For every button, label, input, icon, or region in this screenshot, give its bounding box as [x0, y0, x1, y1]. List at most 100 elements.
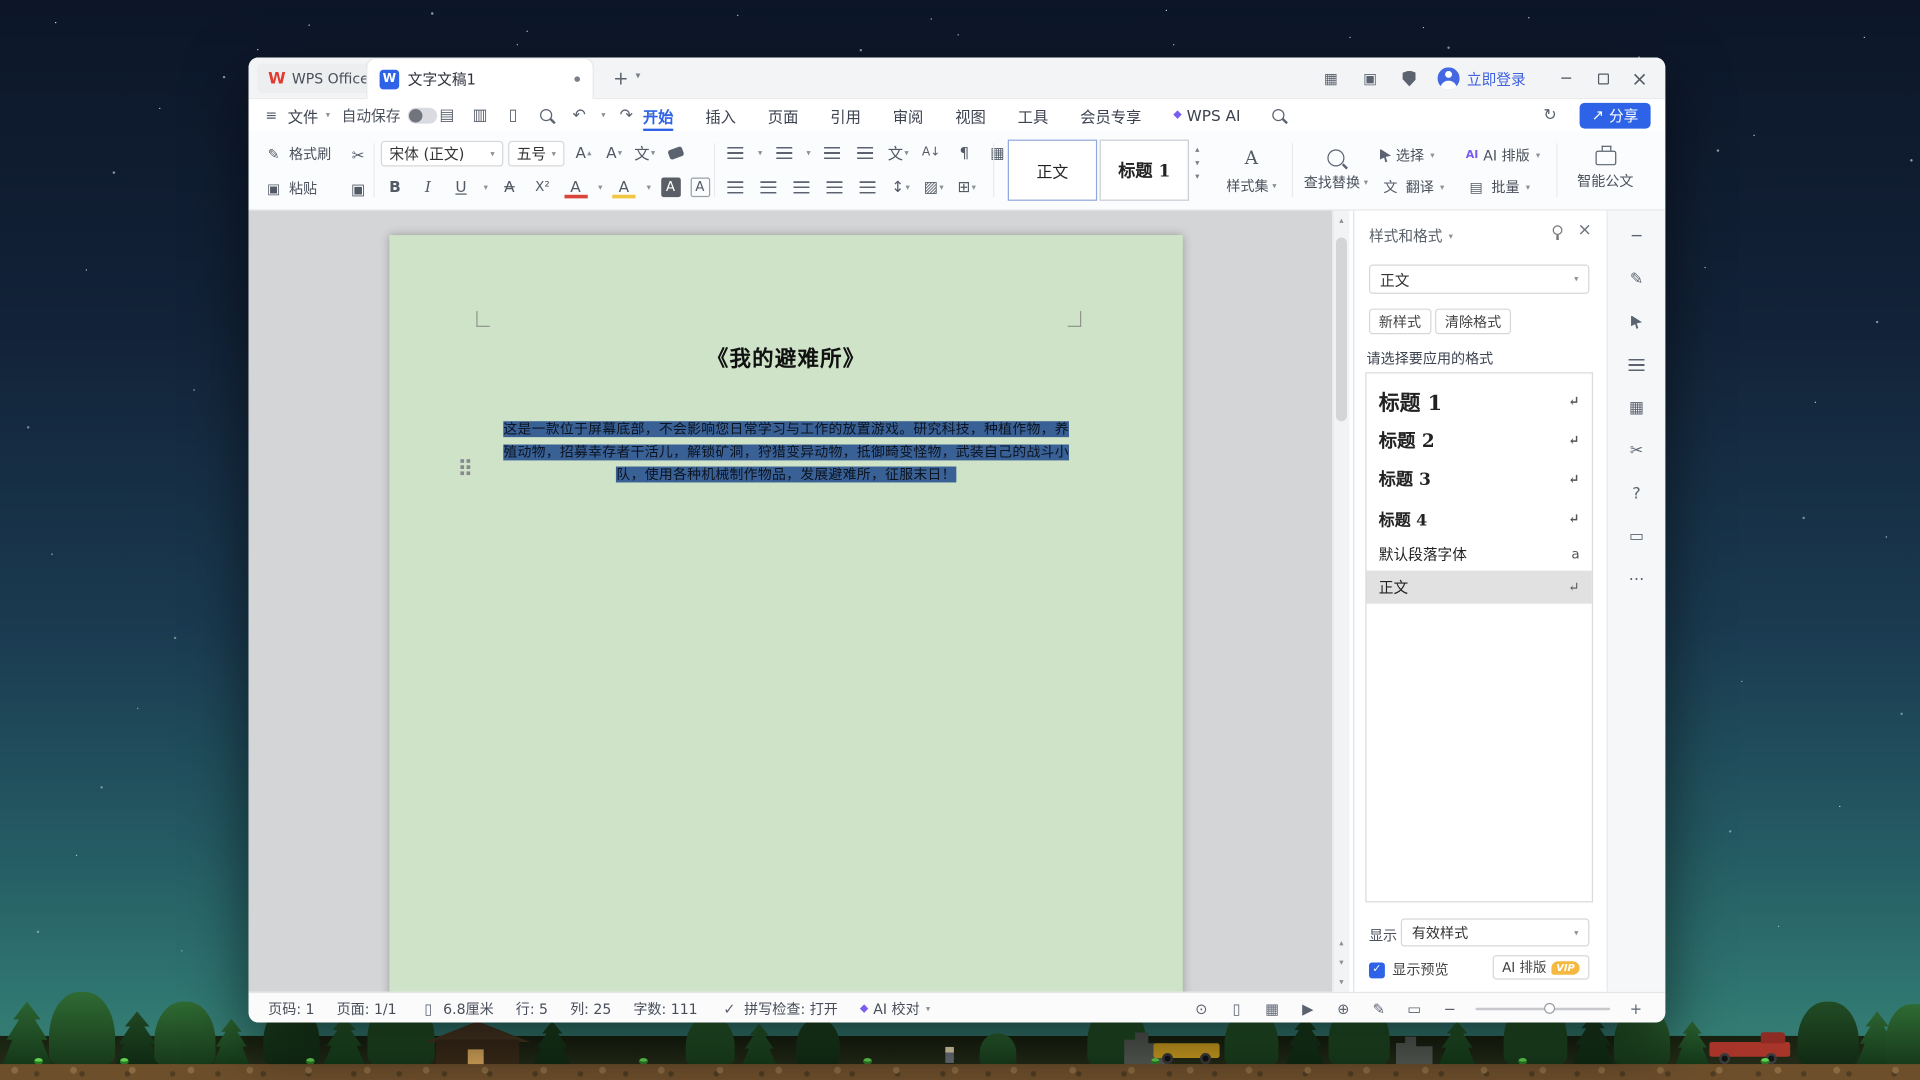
close-button[interactable]: ×: [1624, 64, 1656, 93]
edit-pen-icon[interactable]: ✎: [1626, 268, 1648, 290]
char-shading-button[interactable]: A: [661, 177, 681, 197]
minimize-button[interactable]: ─: [1550, 64, 1582, 93]
shading-icon[interactable]: ▨▾: [922, 175, 945, 198]
fullscreen-play-icon[interactable]: ▶: [1298, 999, 1318, 1019]
tab-wps-ai[interactable]: ◆WPS AI: [1173, 99, 1240, 131]
underline-button[interactable]: U: [449, 175, 472, 198]
number-chevron-icon[interactable]: ▾: [806, 148, 810, 158]
bullet-chevron-icon[interactable]: ▾: [758, 148, 762, 158]
text-tools-icon[interactable]: ▦: [986, 141, 1009, 164]
undo-button[interactable]: ↶: [567, 102, 591, 129]
login-button[interactable]: 立即登录: [1438, 67, 1526, 89]
align-right-icon[interactable]: [790, 175, 813, 198]
file-menu-button[interactable]: ≡ 文件 ▾: [261, 99, 330, 131]
eye-protect-icon[interactable]: ⊙: [1191, 999, 1211, 1019]
batch-button[interactable]: ▤ 批量 ▾: [1466, 175, 1530, 199]
next-page-icon[interactable]: ▾: [1333, 958, 1349, 968]
zoom-in-button[interactable]: +: [1626, 999, 1646, 1019]
maximize-button[interactable]: [1587, 64, 1619, 93]
align-center-icon[interactable]: [757, 175, 780, 198]
char-border-button[interactable]: A: [690, 177, 710, 197]
style-item-heading1[interactable]: 标题 1 ↵: [1367, 381, 1592, 420]
word-count[interactable]: 字数: 111: [633, 999, 697, 1019]
app-menu-button[interactable]: W WPS Office: [257, 64, 380, 93]
shield-icon[interactable]: [1398, 67, 1420, 89]
line-spacing-icon[interactable]: ↕▾: [889, 175, 912, 198]
document-title[interactable]: 《我的避难所》: [389, 343, 1182, 374]
panel-close-button[interactable]: ×: [1577, 220, 1591, 240]
bold-button[interactable]: B: [383, 175, 406, 198]
tab-home[interactable]: 开始: [643, 99, 674, 131]
distribute-icon[interactable]: [856, 175, 879, 198]
grid-tool-icon[interactable]: ▦: [1626, 397, 1648, 419]
style-gallery-heading1[interactable]: 标题 1: [1100, 140, 1189, 201]
italic-button[interactable]: I: [416, 175, 439, 198]
select-tool-icon[interactable]: [1626, 311, 1648, 333]
scroll-up-icon[interactable]: ▴: [1333, 216, 1349, 226]
export-icon[interactable]: ▥: [468, 102, 492, 129]
panel-ai-layout-button[interactable]: AI 排版 VIP: [1492, 955, 1589, 979]
document-paragraph[interactable]: 这是一款位于屏幕底部，不会影响您日常学习与工作的放置游戏。研究科技，种植作物，养…: [438, 419, 1134, 487]
undo-chevron-icon[interactable]: ▾: [601, 110, 605, 120]
print-preview-icon[interactable]: [534, 102, 558, 129]
paste-button[interactable]: ▣ 粘贴: [263, 178, 317, 199]
selected-text-line[interactable]: 队，使用各种机械制作物品，发展避难所，征服末日！: [616, 467, 955, 483]
sort-icon[interactable]: A↓: [920, 141, 943, 164]
tab-list-button[interactable]: ▾: [636, 70, 641, 81]
device-icon[interactable]: ▭: [1626, 525, 1648, 547]
show-preview-checkbox[interactable]: ✓ 显示预览: [1369, 960, 1449, 980]
tab-review[interactable]: 审阅: [893, 99, 924, 131]
gallery-up-icon[interactable]: ▴: [1195, 144, 1199, 154]
tab-insert[interactable]: 插入: [705, 99, 736, 131]
gallery-more-icon[interactable]: ▾: [1195, 171, 1199, 181]
copy-icon[interactable]: ▣: [347, 178, 370, 201]
find-replace-button[interactable]: 查找替换▾: [1299, 138, 1372, 203]
clear-format-icon[interactable]: [664, 141, 687, 164]
increase-font-icon[interactable]: A▴: [572, 141, 595, 164]
selected-text-line[interactable]: 这是一款位于屏幕底部，不会影响您日常学习与工作的放置游戏。研究科技，种植作物，养: [503, 421, 1069, 437]
highlight-chevron-icon[interactable]: ▾: [647, 182, 651, 192]
style-item-heading2[interactable]: 标题 2 ↵: [1367, 420, 1592, 459]
numbered-list-icon[interactable]: [772, 141, 795, 164]
current-style-select[interactable]: 正文 ▾: [1369, 264, 1589, 293]
tab-reference[interactable]: 引用: [830, 99, 861, 131]
share-button[interactable]: ↗ 分享: [1579, 102, 1650, 128]
scroll-down-icon[interactable]: ▾: [1333, 977, 1349, 987]
select-button[interactable]: 选择 ▾: [1380, 143, 1435, 167]
sync-icon[interactable]: ↻: [1538, 102, 1562, 129]
apps-grid-icon[interactable]: ▦: [1320, 67, 1342, 89]
justify-icon[interactable]: [823, 175, 846, 198]
superscript-button[interactable]: X²: [531, 175, 554, 198]
style-item-default-font[interactable]: 默认段落字体 a: [1367, 538, 1592, 571]
mobile-view-icon[interactable]: ▭: [1404, 999, 1424, 1019]
page-view-icon[interactable]: ▦: [1262, 999, 1282, 1019]
document-page[interactable]: 《我的避难所》 这是一款位于屏幕底部，不会影响您日常学习与工作的放置游戏。研究科…: [389, 235, 1182, 992]
panel-header[interactable]: 样式和格式 ▾: [1369, 225, 1453, 246]
paragraph-drag-handle[interactable]: [460, 459, 463, 462]
highlight-color-button[interactable]: A: [612, 175, 635, 198]
document-canvas[interactable]: 《我的避难所》 这是一款位于屏幕底部，不会影响您日常学习与工作的放置游戏。研究科…: [249, 211, 1333, 992]
decrease-font-icon[interactable]: A▾: [602, 141, 625, 164]
asian-layout-icon[interactable]: 文▾: [887, 141, 910, 164]
search-icon[interactable]: [1272, 99, 1284, 131]
tab-membership[interactable]: 会员专享: [1080, 99, 1141, 131]
style-item-heading4[interactable]: 标题 4 ↵: [1367, 498, 1592, 537]
cut-icon[interactable]: ✂: [347, 143, 370, 166]
new-style-button[interactable]: 新样式: [1369, 309, 1431, 335]
more-icon[interactable]: ⋯: [1626, 568, 1648, 590]
zoom-out-button[interactable]: −: [1440, 999, 1460, 1019]
scrollbar-thumb[interactable]: [1336, 238, 1347, 422]
ink-pen-icon[interactable]: ✎: [1369, 999, 1389, 1019]
strikethrough-button[interactable]: A: [498, 175, 521, 198]
pin-icon[interactable]: [1553, 225, 1563, 235]
phonetic-guide-icon[interactable]: 文▾: [633, 141, 656, 164]
vertical-scrollbar[interactable]: ▴ ▴ ▾ ▾: [1332, 211, 1349, 992]
show-marks-icon[interactable]: ¶: [953, 141, 976, 164]
format-painter-button[interactable]: ✎ 格式刷: [263, 143, 331, 164]
collapse-icon[interactable]: ─: [1626, 225, 1648, 247]
settings-sliders-icon[interactable]: [1626, 354, 1648, 376]
print-icon[interactable]: ▯: [501, 102, 525, 129]
smart-doc-button[interactable]: 智能公文: [1569, 138, 1642, 203]
decrease-indent-icon[interactable]: [820, 141, 843, 164]
cut-tool-icon[interactable]: ✂: [1626, 440, 1648, 462]
